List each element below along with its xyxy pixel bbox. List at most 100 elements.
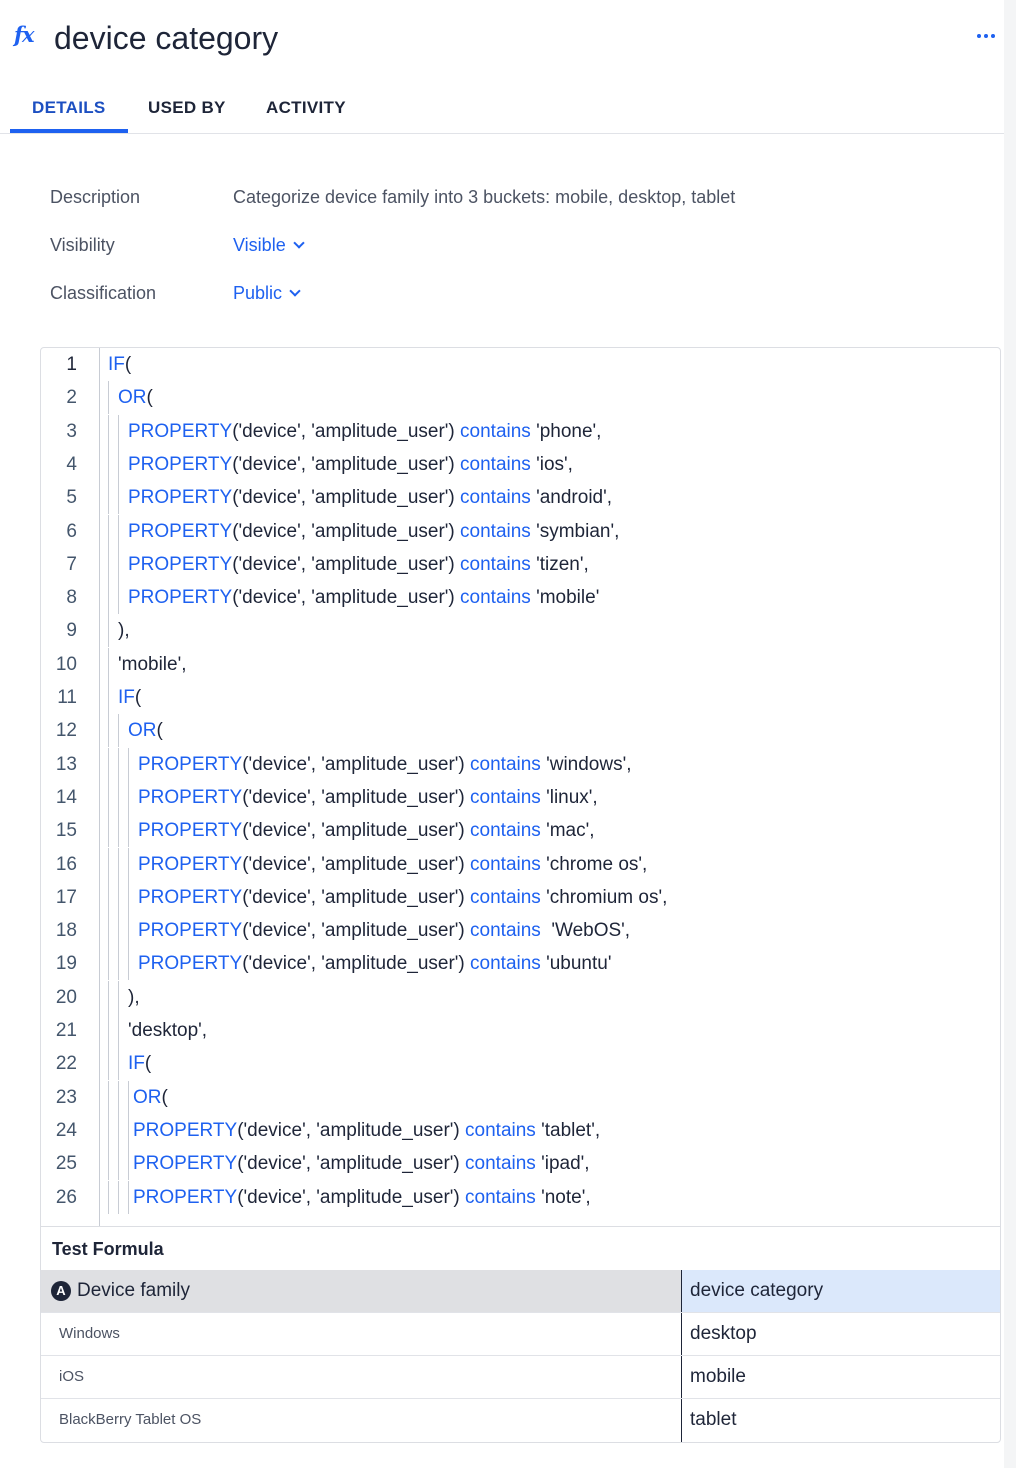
code-line: 13 PROPERTY('device', 'amplitude_user') c… [41,747,981,781]
tab-used-by[interactable]: USED BY [148,98,226,118]
code-keyword: PROPERTY [128,553,233,575]
code-line: 18 PROPERTY('device', 'amplitude_user') c… [41,914,981,948]
code-keyword: contains [460,420,531,442]
indent-guide [118,1014,119,1047]
indent-guide [118,747,119,781]
code-line: 16 PROPERTY('device', 'amplitude_user') c… [41,847,981,881]
active-tab-indicator [10,129,128,133]
code-token: ( [161,1086,168,1108]
code-token: 'WebOS', [540,920,631,942]
indent-guide [118,1047,119,1081]
test-output-cell: mobile [681,1356,1000,1399]
indent-guide [108,814,109,848]
description-label: Description [50,187,141,207]
code-token: ('device', 'amplitude_user') [242,753,471,775]
code-line: 17 PROPERTY('device', 'amplitude_user') c… [41,880,981,914]
code-keyword: PROPERTY [128,520,233,542]
indent-guide [128,747,129,781]
code-token: 'android', [530,487,613,509]
code-line: 25 PROPERTY('device', 'amplitude_user') c… [41,1147,981,1181]
indent-guide [108,447,109,481]
tab-details[interactable]: DETAILS [32,98,106,118]
code-text: PROPERTY('device', 'amplitude_user') con… [133,1114,600,1147]
indent-guide [128,947,129,981]
code-token: ( [156,720,163,742]
code-line: 10 'mobile', [41,647,981,681]
code-token: ('device', 'amplitude_user') [242,953,471,975]
indent-guide [128,814,129,848]
code-token: 'note', [535,1186,591,1208]
line-number: 4 [66,453,77,475]
code-text: PROPERTY('device', 'amplitude_user') con… [133,1147,590,1180]
formula-icon: fx [14,22,35,47]
code-token: ('device', 'amplitude_user') [242,786,471,808]
line-number: 18 [55,920,77,942]
code-keyword: PROPERTY [138,753,243,775]
indent-guide [118,481,119,515]
code-editor[interactable]: 1 IF(2 OR(3 PROPERTY('device', 'amplitude_u… [41,348,1000,1226]
code-token: 'mac', [540,820,595,842]
line-number: 14 [55,786,77,808]
code-line: 5 PROPERTY('device', 'amplitude_user') co… [41,481,981,515]
more-options-icon[interactable] [970,26,1002,46]
code-text: PROPERTY('device', 'amplitude_user') con… [138,848,647,881]
page-title: device category [54,20,279,56]
line-number: 16 [55,853,77,875]
code-line: 22 IF( [41,1047,981,1081]
indent-guide [118,414,119,448]
code-line: 11 IF( [41,681,981,714]
code-line: 7 PROPERTY('device', 'amplitude_user') co… [41,547,981,581]
chevron-down-icon [289,285,301,297]
code-text: PROPERTY('device', 'amplitude_user') con… [128,481,612,514]
indent-guide [118,1113,119,1147]
line-number: 10 [55,653,77,675]
indent-guide [118,547,119,581]
line-number: 24 [55,1119,77,1141]
code-line: 6 PROPERTY('device', 'amplitude_user') co… [41,514,981,548]
test-input-cell[interactable]: iOS [41,1356,681,1399]
indent-guide [128,847,129,881]
line-number: 15 [55,820,77,842]
indent-guide [118,947,119,981]
code-line: 4 PROPERTY('device', 'amplitude_user') co… [41,447,981,481]
code-token: ('device', 'amplitude_user') [242,820,471,842]
classification-dropdown[interactable]: Public [233,279,301,307]
code-keyword: PROPERTY [138,953,243,975]
indent-guide [108,481,109,515]
code-text: 'mobile', [118,648,187,681]
test-input-cell[interactable]: BlackBerry Tablet OS [41,1399,681,1442]
indent-guide [118,447,119,481]
indent-guide [118,1080,119,1114]
code-token: 'chromium os', [540,886,668,908]
tab-bar: DETAILS USED BY ACTIVITY [0,84,1012,134]
code-token: 'ipad', [535,1153,590,1175]
indent-guide [108,681,109,714]
code-text: PROPERTY('device', 'amplitude_user') con… [128,415,601,448]
code-keyword: IF [118,687,135,708]
code-keyword: PROPERTY [128,487,233,509]
code-keyword: PROPERTY [133,1119,238,1141]
line-number: 21 [55,1020,77,1041]
code-token: ), [128,986,140,1008]
code-keyword: OR [128,720,157,742]
code-keyword: contains [460,453,531,475]
formula-editor-card: 1 IF(2 OR(3 PROPERTY('device', 'amplitude_u… [40,347,1001,1443]
indent-guide [128,1147,129,1181]
test-input-cell[interactable]: Windows [41,1313,681,1356]
code-text: PROPERTY('device', 'amplitude_user') con… [138,814,595,847]
code-token: 'ios', [530,453,573,475]
code-token: ('device', 'amplitude_user') [237,1153,466,1175]
code-text: PROPERTY('device', 'amplitude_user') con… [128,581,599,614]
code-token: 'mobile', [118,653,187,675]
code-token: ('device', 'amplitude_user') [242,920,471,942]
tab-activity[interactable]: ACTIVITY [266,98,346,118]
line-number: 13 [55,753,77,775]
code-line: 2 OR( [41,381,981,415]
indent-guide [108,747,109,781]
code-keyword: contains [470,920,541,942]
code-text: ), [128,981,140,1014]
visibility-dropdown[interactable]: Visible [233,231,305,259]
page-scrollbar[interactable] [1004,0,1016,1468]
code-keyword: PROPERTY [133,1186,238,1208]
indent-guide [118,581,119,615]
